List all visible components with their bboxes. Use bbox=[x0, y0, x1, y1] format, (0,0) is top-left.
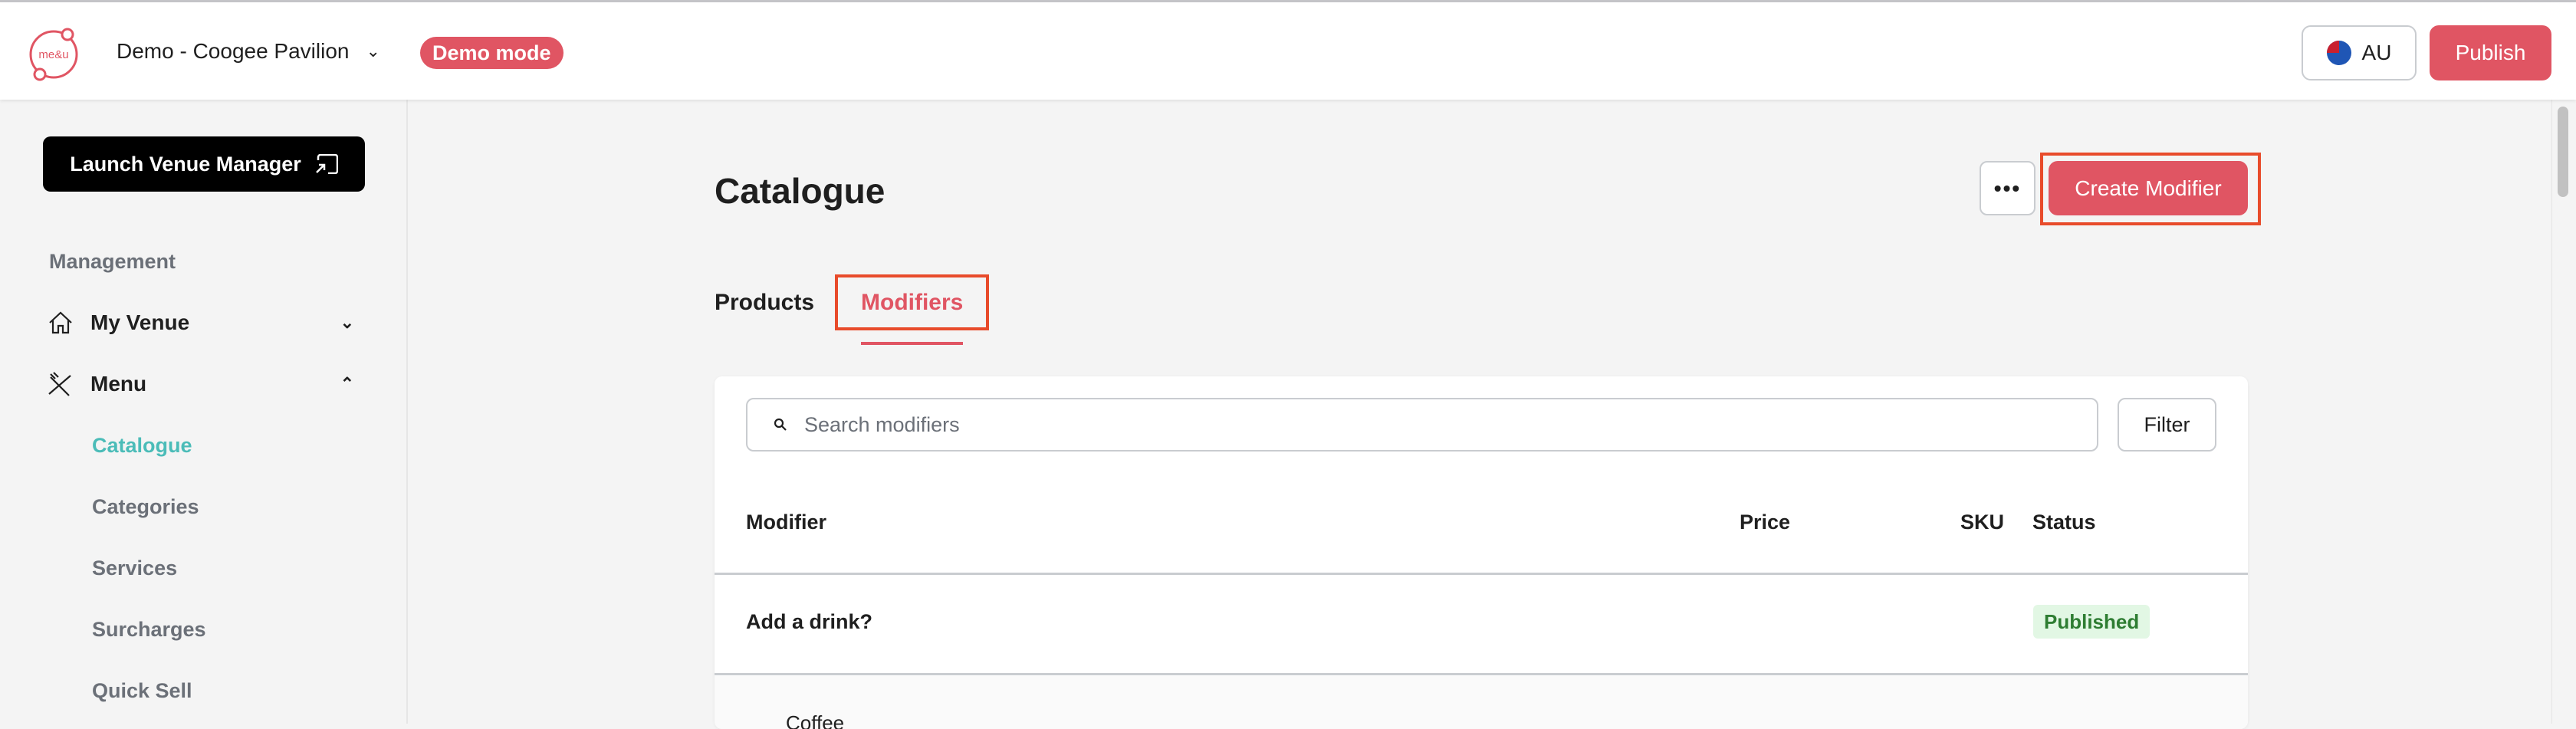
launch-venue-manager-button[interactable]: Launch Venue Manager bbox=[43, 136, 365, 192]
launch-label: Launch Venue Manager bbox=[70, 152, 301, 176]
tab-modifiers[interactable]: Modifiers bbox=[861, 290, 963, 316]
column-header-price[interactable]: Price bbox=[1740, 511, 1790, 534]
tab-products[interactable]: Products bbox=[715, 290, 814, 316]
meandu-logo[interactable]: me&u bbox=[23, 22, 84, 84]
sidebar-item-quick-sell[interactable]: Quick Sell bbox=[92, 679, 192, 703]
sidebar-item-label: Menu bbox=[90, 372, 147, 396]
home-icon bbox=[49, 311, 72, 334]
sidebar-item-my-venue[interactable]: My Venue ⌄ bbox=[48, 310, 354, 336]
sidebar-item-categories[interactable]: Categories bbox=[92, 495, 199, 519]
search-placeholder: Search modifiers bbox=[804, 412, 960, 436]
venue-name: Demo - Coogee Pavilion bbox=[117, 39, 350, 63]
table-row[interactable] bbox=[715, 676, 2248, 729]
modifier-name[interactable]: Add a drink? bbox=[746, 610, 872, 634]
sidebar-item-label: My Venue bbox=[90, 310, 190, 334]
column-header-status[interactable]: Status bbox=[2032, 511, 2096, 534]
chevron-down-icon: ⌄ bbox=[366, 41, 380, 61]
column-header-modifier[interactable]: Modifier bbox=[746, 511, 826, 534]
region-button[interactable]: AU bbox=[2302, 25, 2417, 80]
sidebar-item-catalogue[interactable]: Catalogue bbox=[92, 434, 192, 458]
divider bbox=[715, 673, 2248, 675]
active-tab-underline bbox=[861, 342, 963, 345]
modifier-option-row[interactable]: Coffee bbox=[746, 711, 844, 729]
region-label: AU bbox=[2361, 41, 2392, 64]
status-badge: Published bbox=[2033, 605, 2150, 639]
search-input[interactable]: Search modifiers bbox=[746, 398, 2098, 452]
sidebar-item-menu[interactable]: Menu ⌃ bbox=[48, 371, 354, 397]
top-header: me&u Demo - Coogee Pavilion ⌄ Demo mode … bbox=[0, 2, 2576, 100]
chevron-down-icon: ⌄ bbox=[340, 313, 354, 332]
more-options-button[interactable]: ••• bbox=[1980, 161, 2036, 215]
demo-mode-badge: Demo mode bbox=[420, 37, 564, 69]
cast-icon bbox=[315, 154, 338, 174]
australia-flag-icon bbox=[2326, 41, 2351, 65]
search-icon bbox=[774, 418, 787, 431]
divider bbox=[715, 573, 2248, 575]
chevron-up-icon: ⌃ bbox=[340, 374, 354, 393]
sidebar-item-services[interactable]: Services bbox=[92, 557, 177, 580]
sidebar-item-surcharges[interactable]: Surcharges bbox=[92, 618, 206, 642]
option-name: Coffee bbox=[786, 711, 845, 729]
venue-selector[interactable]: Demo - Coogee Pavilion ⌄ bbox=[117, 39, 380, 64]
svg-text:me&u: me&u bbox=[38, 48, 68, 61]
scrollbar-thumb[interactable] bbox=[2558, 107, 2568, 197]
page-title: Catalogue bbox=[715, 171, 886, 211]
filter-button[interactable]: Filter bbox=[2118, 398, 2216, 452]
modifiers-card: Search modifiers Filter Modifier Price S… bbox=[715, 376, 2248, 729]
create-modifier-button[interactable]: Create Modifier bbox=[2049, 161, 2248, 215]
publish-button[interactable]: Publish bbox=[2430, 25, 2551, 80]
cutlery-icon bbox=[48, 372, 71, 396]
section-management: Management bbox=[49, 250, 176, 273]
column-header-sku[interactable]: SKU bbox=[1960, 511, 2004, 534]
